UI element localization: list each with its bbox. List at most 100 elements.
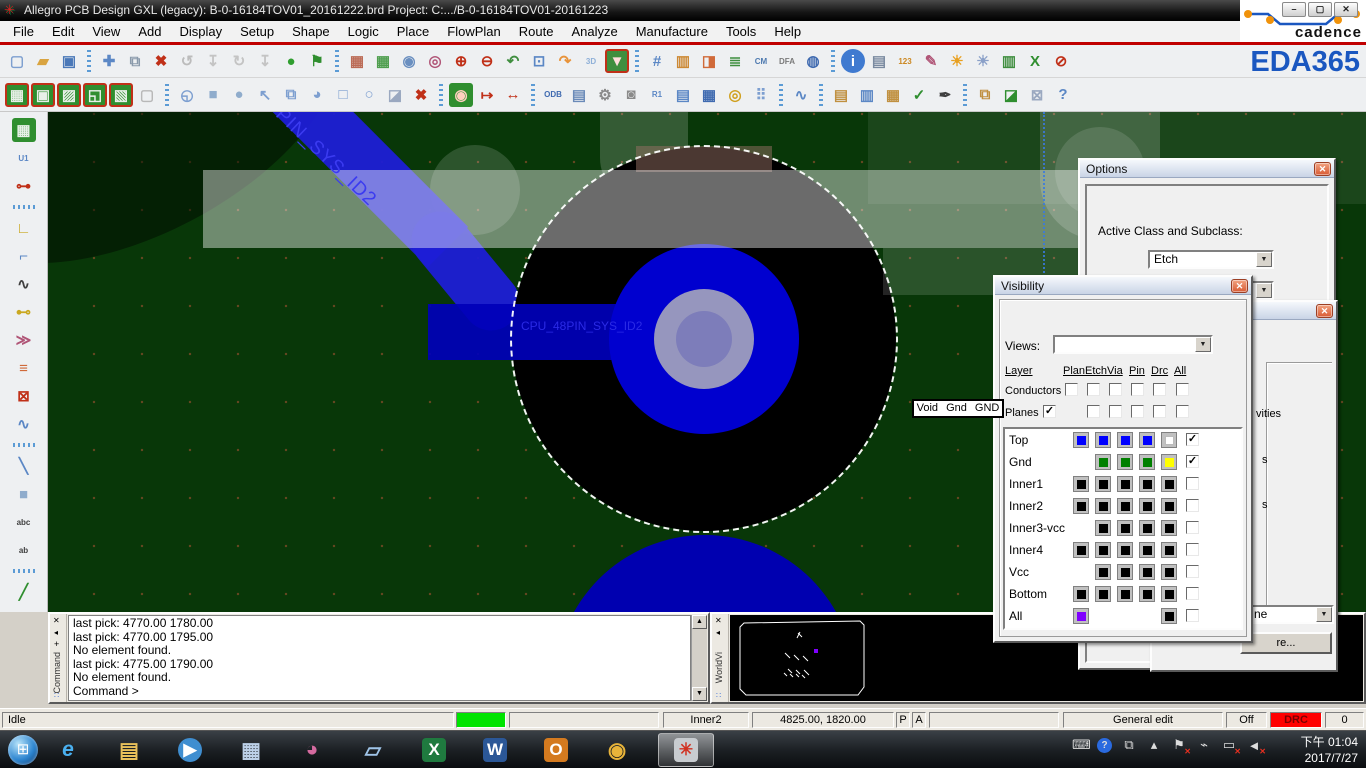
planes-etch-checkbox[interactable] [1087, 405, 1100, 418]
file-explorer-taskbar-icon[interactable]: ▤ [109, 733, 149, 767]
column-plan[interactable]: Plan [1063, 365, 1085, 377]
paint-taskbar-icon[interactable]: ◕ [292, 733, 332, 767]
setup-grid-icon[interactable]: # [645, 49, 669, 73]
inner3-vcc-pin-swatch[interactable] [1139, 520, 1155, 536]
gnd-etch-swatch[interactable] [1095, 454, 1111, 470]
help-bubble-icon[interactable]: ? [1097, 738, 1112, 753]
close-icon[interactable]: ✕ [1231, 279, 1248, 293]
fanout-icon[interactable]: ≫ [12, 328, 36, 352]
dock-arrow-icon[interactable]: ◂ [716, 628, 720, 637]
shape-disabled-icon[interactable]: ▢ [135, 83, 159, 107]
shape-board-2-icon[interactable]: ▣ [31, 83, 55, 107]
action-center-icon[interactable]: ⚑ [1171, 737, 1187, 753]
conductors-plan-checkbox[interactable] [1065, 383, 1078, 396]
dock-grip-icon[interactable]: ∷ [54, 691, 59, 700]
pad-array-icon[interactable]: ▦ [697, 83, 721, 107]
background-dropdown[interactable]: ne ▼ [1248, 605, 1334, 624]
conductors-pin-checkbox[interactable] [1131, 383, 1144, 396]
menu-tools[interactable]: Tools [717, 21, 765, 42]
inner3-vcc-etch-swatch[interactable] [1095, 520, 1111, 536]
multi-route-icon[interactable]: ≡ [12, 356, 36, 380]
taskbar-clock[interactable]: 下午 01:04 2017/7/27 [1301, 734, 1358, 766]
menu-analyze[interactable]: Analyze [562, 21, 626, 42]
shape-arc-icon[interactable]: ◕ [305, 83, 329, 107]
show-element-icon[interactable]: i [841, 49, 865, 73]
views-dropdown[interactable]: ▼ [1053, 335, 1213, 354]
gnd-via-swatch[interactable] [1117, 454, 1133, 470]
undo-icon[interactable]: ↺ [175, 49, 199, 73]
inner3-vcc-drc-swatch[interactable] [1161, 520, 1177, 536]
planes-drc-checkbox[interactable] [1153, 405, 1166, 418]
select-cursor-icon[interactable]: ↖ [253, 83, 277, 107]
snapshot-camera-icon[interactable]: ◙ [619, 83, 643, 107]
conductors-all-checkbox[interactable] [1176, 383, 1189, 396]
top-drc-swatch[interactable] [1161, 432, 1177, 448]
highlight-icon[interactable]: ● [279, 49, 303, 73]
dock-arrow-icon[interactable]: ◂ [54, 628, 58, 637]
dim-brightness-icon[interactable]: ☀ [971, 49, 995, 73]
report-note-icon[interactable]: ▤ [829, 83, 853, 107]
undo-list-icon[interactable]: ↧ [201, 49, 225, 73]
inner3-vcc-via-swatch[interactable] [1117, 520, 1133, 536]
ray-pick-icon[interactable]: ↦ [475, 83, 499, 107]
inner4-all-checkbox[interactable] [1186, 543, 1199, 556]
inner4-plan-swatch[interactable] [1073, 542, 1089, 558]
close-icon[interactable]: ✕ [1314, 162, 1331, 176]
open-drawing-icon[interactable]: ▰ [31, 49, 55, 73]
pad-matrix-icon[interactable]: ⠿ [749, 83, 773, 107]
menu-display[interactable]: Display [170, 21, 231, 42]
help-icon[interactable]: ? [1051, 83, 1075, 107]
class-dropdown[interactable]: Etch ▼ [1148, 250, 1274, 269]
command-dock-strip[interactable]: ✕ ◂ + Command ∷ [50, 614, 67, 702]
show-properties-icon[interactable]: ▤ [867, 49, 891, 73]
top-plan-swatch[interactable] [1073, 432, 1089, 448]
all-all-checkbox[interactable] [1186, 609, 1199, 622]
place-symbol-u1-icon[interactable]: U1 [12, 146, 36, 170]
shape-board-1-icon[interactable]: ▦ [5, 83, 29, 107]
constraint-manager-icon[interactable]: CM [749, 49, 773, 73]
allegro-pcb-taskbar-icon[interactable]: ✳ [658, 733, 714, 767]
trace-bend[interactable] [440, 240, 491, 302]
test-point-icon[interactable]: ◎ [723, 83, 747, 107]
module-reuse-icon[interactable]: ▤ [567, 83, 591, 107]
inner2-etch-swatch[interactable] [1095, 498, 1111, 514]
design-book-icon[interactable]: ▥ [855, 83, 879, 107]
flip-design-icon[interactable]: ▼ [605, 49, 629, 73]
close-icon[interactable]: ✕ [53, 616, 60, 625]
zoom-points-icon[interactable]: ◉ [397, 49, 421, 73]
zoom-fit-icon[interactable]: ◎ [423, 49, 447, 73]
variant-editor-icon[interactable]: ▦ [881, 83, 905, 107]
color-dialog-icon[interactable]: ▥ [671, 49, 695, 73]
shape-board-4-icon[interactable]: ◱ [83, 83, 107, 107]
fix-wrench-icon[interactable]: ⚙ [593, 83, 617, 107]
console-output[interactable]: last pick: 4770.00 1780.00last pick: 477… [68, 615, 691, 701]
waive-pin-icon[interactable]: ⚑ [305, 49, 329, 73]
bottom-via-swatch[interactable] [1117, 586, 1133, 602]
menu-edit[interactable]: Edit [43, 21, 83, 42]
pin-icon[interactable]: + [54, 639, 59, 649]
bottom-pin-swatch[interactable] [1139, 586, 1155, 602]
inner4-via-swatch[interactable] [1117, 542, 1133, 558]
chevron-down-icon[interactable]: ▼ [1195, 337, 1211, 352]
planes-via-checkbox[interactable] [1109, 405, 1122, 418]
show-hidden-icon[interactable]: ▴ [1146, 737, 1162, 753]
add-connect-icon[interactable]: ∟ [12, 216, 36, 240]
pin-to-pin-icon[interactable]: ⊷ [12, 300, 36, 324]
inner4-drc-swatch[interactable] [1161, 542, 1177, 558]
inner1-etch-swatch[interactable] [1095, 476, 1111, 492]
visibility-title[interactable]: Visibility [995, 277, 1251, 295]
shape-rectangle-icon[interactable]: ■ [201, 83, 225, 107]
top-etch-swatch[interactable] [1095, 432, 1111, 448]
internet-explorer-taskbar-icon[interactable]: e [48, 733, 88, 767]
more-button[interactable]: re... [1240, 632, 1332, 654]
sign-pen-icon[interactable]: ✒ [933, 83, 957, 107]
rect-outline-icon[interactable]: □ [331, 83, 355, 107]
shape-corner-icon[interactable]: ◵ [175, 83, 199, 107]
inner2-plan-swatch[interactable] [1073, 498, 1089, 514]
redo-icon[interactable]: ↻ [227, 49, 251, 73]
menu-place[interactable]: Place [388, 21, 439, 42]
word-taskbar-icon[interactable]: W [475, 733, 515, 767]
menu-shape[interactable]: Shape [283, 21, 339, 42]
chrome-taskbar-icon[interactable]: ◉ [597, 733, 637, 767]
bottom-drc-swatch[interactable] [1161, 586, 1177, 602]
